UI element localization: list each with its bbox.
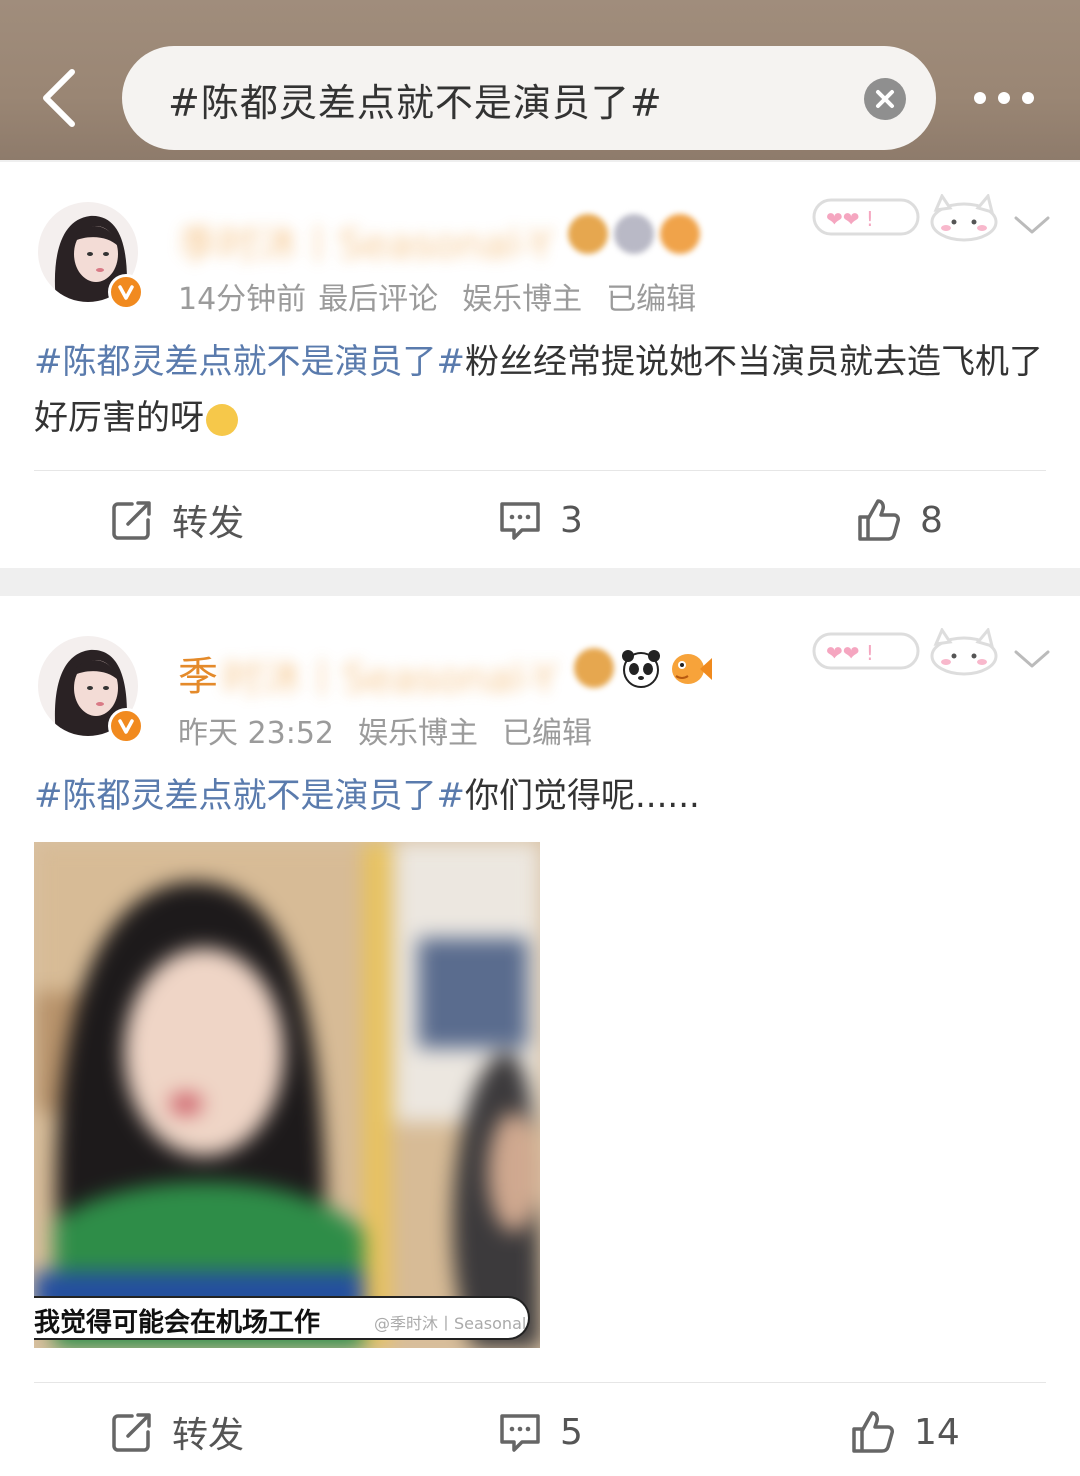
clear-icon[interactable]: [864, 78, 906, 120]
post-time: 昨天 23:52: [178, 716, 334, 751]
comment-button[interactable]: 3: [498, 480, 583, 560]
repost-label: 转发: [172, 503, 245, 544]
action-bar: 转发 3 8: [0, 480, 1080, 560]
comment-count: 5: [560, 1411, 583, 1453]
image-watermark: @季时沐丨Seasonal: [374, 1314, 527, 1333]
edited-label: 已编辑: [502, 716, 592, 751]
repost-label: 转发: [172, 1415, 245, 1456]
fish-icon: [668, 648, 712, 694]
sticker-decoration: ❤❤ !: [812, 192, 1002, 244]
divider: [34, 470, 1046, 471]
repost-button[interactable]: 转发: [110, 1392, 244, 1472]
hashtag-link[interactable]: #陈都灵差点就不是演员了#: [34, 776, 465, 816]
post-body: 你们觉得呢......: [464, 776, 700, 816]
username-blurred: 季时沐丨Seasonal-Y: [178, 222, 553, 268]
divider: [34, 1382, 1046, 1383]
badge-emojis: [574, 648, 712, 694]
repost-button[interactable]: 转发: [110, 480, 244, 560]
like-icon: [852, 1411, 894, 1453]
panda-icon: [620, 648, 662, 694]
post-meta: 14分钟前 最后评论 娱乐博主 已编辑: [178, 274, 720, 318]
search-query: #陈都灵差点就不是演员了#: [168, 81, 663, 125]
like-button[interactable]: 14: [850, 1392, 960, 1472]
search-input[interactable]: #陈都灵差点就不是演员了#: [122, 46, 936, 150]
badge-emojis: [568, 214, 700, 254]
chevron-down-icon[interactable]: [1010, 644, 1054, 674]
like-icon: [858, 499, 900, 541]
post-meta: 昨天 23:52 娱乐博主 已编辑: [178, 708, 616, 752]
svg-text:❤❤ !: ❤❤ !: [826, 207, 874, 231]
drool-emoji: [206, 403, 238, 436]
comment-icon: [500, 1414, 540, 1452]
like-count: 8: [920, 499, 943, 541]
top-bar: #陈都灵差点就不是演员了#: [0, 0, 1080, 160]
comment-button[interactable]: 5: [498, 1392, 583, 1472]
username-blurred: 时沐丨Seasonal-Y: [222, 656, 557, 702]
comment-count: 3: [560, 499, 583, 541]
post-image[interactable]: 我觉得可能会在机场工作 @季时沐丨Seasonal: [34, 842, 540, 1348]
category-label: 娱乐博主: [462, 282, 583, 317]
post-text: #陈都灵差点就不是演员了#你们觉得呢......: [34, 768, 1044, 824]
sticker-decoration: ❤❤ !: [812, 626, 1002, 678]
username[interactable]: 季时沐丨Seasonal-Y: [178, 204, 718, 268]
more-icon[interactable]: [968, 80, 1048, 116]
hashtag-link[interactable]: #陈都灵差点就不是演员了#: [34, 342, 465, 382]
post-card: 季时沐丨Seasonal-Y 14分钟前 最后评论 娱乐博主 已编辑 ❤❤ ! #陈都…: [0, 162, 1080, 568]
like-button[interactable]: 8: [856, 480, 943, 560]
chevron-down-icon[interactable]: [1010, 210, 1054, 240]
image-caption: 我觉得可能会在机场工作 @季时沐丨Seasonal: [34, 1296, 530, 1340]
repost-icon: [112, 1413, 151, 1452]
action-bar: 转发 5 14: [0, 1392, 1080, 1472]
edited-label: 已编辑: [606, 282, 697, 317]
username-visible: 季: [178, 654, 218, 700]
verified-badge-icon: [108, 274, 144, 310]
back-arrow-icon[interactable]: [30, 62, 90, 132]
comment-icon: [500, 502, 540, 540]
last-comment-label: 最后评论: [318, 282, 439, 317]
post-time: 14分钟前: [178, 282, 307, 317]
verified-badge-icon: [108, 708, 144, 744]
post-card: 季 时沐丨Seasonal-Y 昨天 23:52 娱乐博主 已编辑 ❤❤ ! #…: [0, 596, 1080, 1476]
like-count: 14: [914, 1411, 960, 1453]
repost-icon: [112, 501, 151, 540]
svg-text:❤❤ !: ❤❤ !: [826, 641, 874, 665]
post-text: #陈都灵差点就不是演员了#粉丝经常提说她不当演员就去造飞机了 好厉害的呀: [34, 334, 1044, 446]
username[interactable]: 季 时沐丨Seasonal-Y: [178, 638, 718, 702]
category-label: 娱乐博主: [358, 716, 478, 751]
image-caption-text: 我觉得可能会在机场工作: [34, 1308, 321, 1338]
